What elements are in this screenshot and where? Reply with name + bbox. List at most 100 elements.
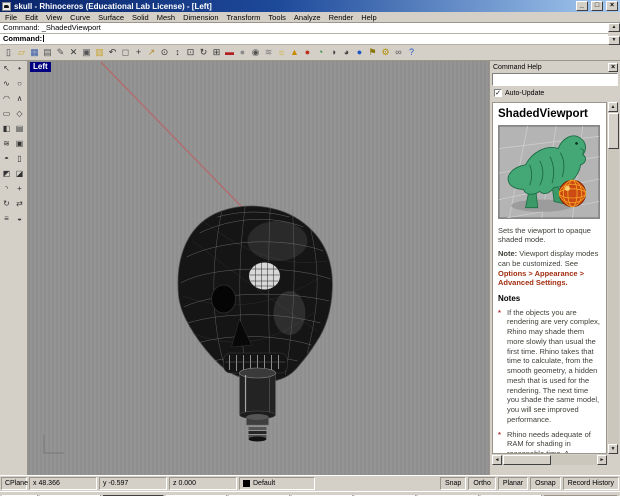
help-link-options-appearance[interactable]: Options > Appearance > Advanced Settings… (498, 269, 584, 288)
toolbar-open-icon[interactable]: ▱ (15, 46, 28, 59)
toolbar-mesh-tools-icon[interactable]: ≋ (262, 46, 275, 59)
menu-file[interactable]: File (1, 13, 21, 22)
maximize-button[interactable]: □ (591, 1, 603, 11)
toolbar-paste-icon[interactable]: ▥ (93, 46, 106, 59)
tool-rotate-icon[interactable]: ↻ (1, 197, 13, 212)
close-button[interactable]: × (606, 1, 618, 11)
toolbar-copy-icon[interactable]: ▣ (80, 46, 93, 59)
help-scroll-up-icon[interactable]: ▲ (608, 102, 618, 112)
toolbar-lamp-icon[interactable]: ☼ (275, 46, 288, 59)
tool-cylinder-icon[interactable]: ▯ (14, 152, 26, 167)
help-horizontal-scrollbar[interactable]: ◄ ► (492, 455, 607, 465)
toolbar-undo-icon[interactable]: ↶ (106, 46, 119, 59)
tool-group-icon[interactable]: ≡ (1, 212, 13, 227)
toolbar-link-icon[interactable]: ∞ (392, 46, 405, 59)
viewport-left[interactable]: Left (28, 61, 489, 475)
bullet-icon: * (498, 307, 501, 317)
help-close-icon[interactable]: × (608, 62, 618, 72)
toolbar-rotate-view-icon[interactable]: ↻ (197, 46, 210, 59)
toolbar-new-icon[interactable]: ▯ (2, 46, 15, 59)
menu-analyze[interactable]: Analyze (290, 13, 325, 22)
tool-loft-icon[interactable]: ≋ (1, 137, 13, 152)
menu-solid[interactable]: Solid (128, 13, 153, 22)
tool-shade-icon[interactable]: ◒ (14, 212, 26, 227)
toolbar-render-icon[interactable]: ● (301, 46, 314, 59)
skull-stand[interactable] (239, 367, 276, 442)
toolbar-shaded-viewport-icon[interactable]: ◑ (327, 46, 340, 59)
menu-mesh[interactable]: Mesh (153, 13, 179, 22)
help-scroll-down-icon[interactable]: ▼ (608, 444, 618, 454)
help-scroll-left-icon[interactable]: ◄ (492, 455, 502, 465)
command-input[interactable]: Command: (0, 34, 608, 45)
toolbar-render-preview-icon[interactable]: ◔ (314, 46, 327, 59)
tool-rectangle-icon[interactable]: ▭ (1, 107, 13, 122)
hscroll-thumb[interactable] (503, 455, 551, 465)
toolbar-gear-icon[interactable]: ⚙ (379, 46, 392, 59)
menu-tools[interactable]: Tools (264, 13, 290, 22)
skull-model[interactable] (177, 202, 333, 382)
toolbar-pan-view-icon[interactable]: ◉ (249, 46, 262, 59)
minimize-button[interactable]: _ (576, 1, 588, 11)
status-osnap-toggle[interactable]: Osnap (530, 477, 561, 490)
tool-boolean-difference-icon[interactable]: ◪ (14, 167, 26, 182)
tool-move-icon[interactable]: + (14, 182, 26, 197)
menu-dimension[interactable]: Dimension (179, 13, 222, 22)
toolbar-viewport-layout-icon[interactable]: ⊞ (210, 46, 223, 59)
toolbar-zoom-icon[interactable]: ⊙ (158, 46, 171, 59)
menu-surface[interactable]: Surface (94, 13, 128, 22)
toolbar-print-icon[interactable]: ▤ (41, 46, 54, 59)
status-ortho-toggle[interactable]: Ortho (468, 477, 496, 490)
help-scroll-right-icon[interactable]: ► (597, 455, 607, 465)
tool-arc-icon[interactable]: ◠ (1, 92, 13, 107)
tool-sphere-icon[interactable]: ◓ (1, 152, 13, 167)
toolbar-drag-icon[interactable]: ↗ (145, 46, 158, 59)
tool-plane-icon[interactable]: ◧ (1, 122, 13, 137)
scroll-down-icon[interactable]: ▼ (608, 36, 620, 45)
status-snap-toggle[interactable]: Snap (439, 477, 467, 490)
status-planar-toggle[interactable]: Planar (497, 477, 529, 490)
viewport-label[interactable]: Left (30, 62, 51, 72)
toolbar-erase-icon[interactable]: ◻ (119, 46, 132, 59)
tool-surface-icon[interactable]: ▤ (14, 122, 26, 137)
scroll-up-icon[interactable]: ▲ (608, 23, 620, 32)
tool-mirror-icon[interactable]: ⇄ (14, 197, 26, 212)
cplane-toggle[interactable]: CPlane (1, 477, 28, 490)
tool-select-icon[interactable]: ↖ (1, 62, 13, 77)
help-description: Sets the viewport to opaque shaded mode. (498, 225, 591, 245)
toolbar-zoom-dynamic-icon[interactable]: ↕ (171, 46, 184, 59)
toolbar-flag-icon[interactable]: ⚑ (366, 46, 379, 59)
tool-box-icon[interactable]: ▣ (14, 137, 26, 152)
auto-update-checkbox[interactable]: ✓ (494, 89, 502, 97)
menu-render[interactable]: Render (325, 13, 358, 22)
vscroll-thumb[interactable] (608, 113, 619, 149)
tool-curve-icon[interactable]: ∿ (1, 77, 13, 92)
help-content: ShadedViewport Sets the viewport to opaq… (492, 102, 607, 454)
tool-fillet-icon[interactable]: ◝ (1, 182, 13, 197)
tool-polyline-icon[interactable]: ∧ (14, 92, 26, 107)
status-record-history-toggle[interactable]: Record History (562, 477, 619, 490)
toolbar-zoom-window-icon[interactable]: ⊡ (184, 46, 197, 59)
toolbar-show-objects-icon[interactable]: ● (236, 46, 249, 59)
toolbar-help-icon[interactable]: ? (405, 46, 418, 59)
toolbar-save-icon[interactable]: ▦ (28, 46, 41, 59)
tool-circle-icon[interactable]: ○ (14, 77, 26, 92)
help-search-input[interactable] (492, 73, 618, 86)
help-vertical-scrollbar[interactable]: ▲ ▼ (608, 102, 619, 454)
tool-boolean-union-icon[interactable]: ◩ (1, 167, 13, 182)
toolbar-hide-objects-icon[interactable]: ▬ (223, 46, 236, 59)
toolbar-move-icon[interactable]: + (132, 46, 145, 59)
toolbar-annotate-icon[interactable]: ✎ (54, 46, 67, 59)
tool-polygon-icon[interactable]: ◇ (14, 107, 26, 122)
layer-indicator[interactable]: Default (239, 477, 315, 490)
toolbar-ghosted-viewport-icon[interactable]: ◕ (340, 46, 353, 59)
viewport-canvas[interactable] (28, 61, 489, 475)
toolbar-delete-icon[interactable]: ✕ (67, 46, 80, 59)
toolbar-cone-icon[interactable]: ▲ (288, 46, 301, 59)
menu-curve[interactable]: Curve (66, 13, 94, 22)
menu-view[interactable]: View (42, 13, 66, 22)
menu-help[interactable]: Help (357, 13, 380, 22)
menu-edit[interactable]: Edit (21, 13, 42, 22)
toolbar-globe-icon[interactable]: ● (353, 46, 366, 59)
menu-transform[interactable]: Transform (223, 13, 265, 22)
tool-point-icon[interactable]: • (14, 62, 26, 77)
